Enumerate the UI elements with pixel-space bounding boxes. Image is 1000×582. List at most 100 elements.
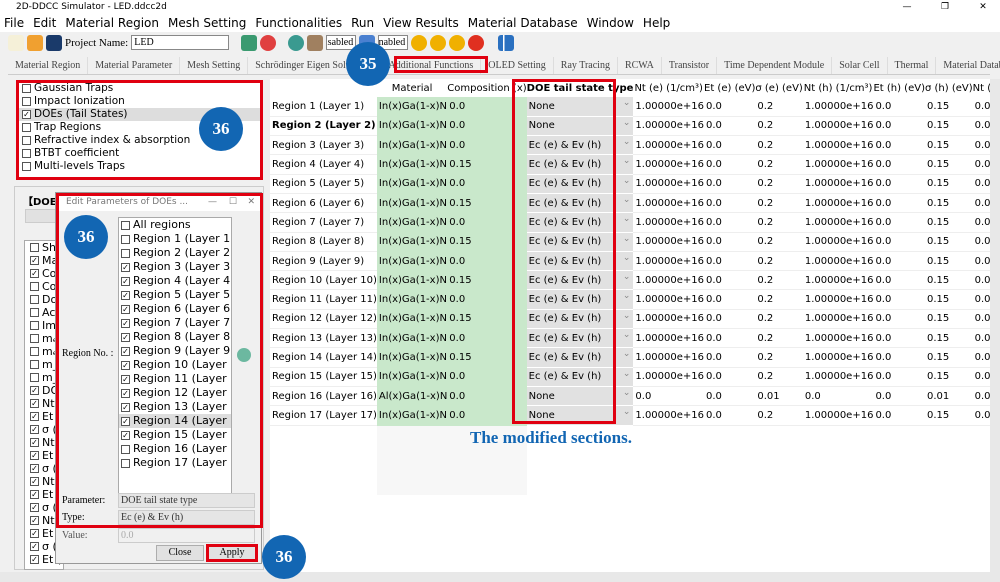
- list-item[interactable]: ✓Region 15 (Layer 15): [119, 428, 231, 442]
- doe-type-select[interactable]: Ec (e) & Ev (h): [526, 270, 634, 291]
- checkbox[interactable]: ✓: [30, 412, 39, 421]
- table-cell[interactable]: 0.2: [755, 309, 803, 330]
- list-item[interactable]: ✓Region 12 (Layer 12): [119, 386, 231, 400]
- menu-item[interactable]: Window: [587, 14, 634, 32]
- column-header[interactable]: Et (h) (eV): [873, 79, 925, 97]
- checkbox[interactable]: [30, 295, 39, 304]
- table-cell[interactable]: 1.00000e+16: [633, 154, 705, 175]
- table-cell[interactable]: 0.0: [447, 135, 527, 156]
- fast-forward-icon[interactable]: [430, 34, 447, 51]
- menu-item[interactable]: Help: [643, 14, 670, 32]
- table-cell[interactable]: 1.00000e+16: [633, 232, 705, 252]
- doe-type-select[interactable]: Ec (e) & Ev (h): [526, 174, 634, 194]
- table-cell[interactable]: 0.0: [447, 386, 527, 407]
- list-item[interactable]: Region 1 (Layer 1) (G: [119, 232, 231, 246]
- select-all-icon[interactable]: [237, 348, 251, 362]
- table-cell[interactable]: 1.00000e+16: [802, 309, 874, 330]
- table-cell[interactable]: 0.15: [924, 367, 973, 387]
- dialog-minimize[interactable]: —: [208, 193, 217, 211]
- checkbox[interactable]: ✓: [121, 276, 130, 286]
- table-cell[interactable]: 0.0: [704, 251, 756, 272]
- list-item[interactable]: Region 16 (Layer 16): [119, 442, 231, 456]
- table-cell[interactable]: 0.0: [873, 289, 925, 310]
- table-cell[interactable]: 0.2: [755, 347, 803, 368]
- menu-item[interactable]: Functionalities: [255, 14, 342, 32]
- menu-item[interactable]: Run: [351, 14, 374, 32]
- checkbox[interactable]: ✓: [30, 529, 39, 538]
- list-item[interactable]: Multi-levels Traps: [17, 160, 261, 173]
- table-cell[interactable]: 1.00000e+16: [633, 193, 705, 214]
- open-folder-icon[interactable]: [27, 34, 43, 51]
- table-cell[interactable]: 1.00000e+16: [633, 289, 705, 310]
- checkbox[interactable]: [30, 282, 39, 291]
- table-cell[interactable]: 1.00000e+16: [802, 135, 874, 156]
- list-item[interactable]: Region 17 (Layer 17): [119, 456, 231, 470]
- vertical-scrollbar[interactable]: [990, 79, 1000, 572]
- table-cell[interactable]: 0.0: [704, 309, 756, 330]
- table-cell[interactable]: 0.0: [447, 212, 527, 233]
- table-cell[interactable]: 0.15: [447, 154, 527, 175]
- table-cell[interactable]: 0.2: [755, 154, 803, 175]
- table-cell[interactable]: 0.2: [755, 328, 803, 349]
- table-cell[interactable]: 0.0: [633, 386, 705, 407]
- table-cell[interactable]: 1.00000e+16: [802, 251, 874, 272]
- doe-type-select[interactable]: None: [526, 116, 634, 137]
- menu-item[interactable]: Material Database: [468, 14, 578, 32]
- list-item[interactable]: ✓Region 13 (Layer 13): [119, 400, 231, 414]
- table-cell[interactable]: 0.2: [755, 289, 803, 310]
- checkbox[interactable]: [30, 360, 39, 369]
- save-icon[interactable]: [46, 34, 62, 51]
- table-cell[interactable]: 0.0: [447, 289, 527, 310]
- list-item[interactable]: ✓Region 3 (Layer 3) (G: [119, 260, 231, 274]
- table-cell[interactable]: 0.0: [704, 347, 756, 368]
- region-list[interactable]: All regionsRegion 1 (Layer 1) (GRegion 2…: [118, 217, 232, 495]
- table-cell[interactable]: 1.00000e+16: [633, 135, 705, 156]
- tab[interactable]: Material Region: [8, 57, 89, 74]
- column-header[interactable]: Et (e) (eV): [704, 79, 755, 97]
- checkbox[interactable]: ✓: [121, 416, 130, 426]
- list-item[interactable]: Gaussian Traps: [17, 82, 261, 95]
- table-cell[interactable]: 1.00000e+16: [802, 212, 874, 233]
- doe-type-select[interactable]: Ec (e) & Ev (h): [526, 251, 634, 272]
- checkbox[interactable]: ✓: [30, 490, 39, 499]
- table-cell[interactable]: 1.00000e+16: [633, 347, 705, 368]
- table-cell[interactable]: 0.15: [924, 289, 973, 310]
- parameter-select[interactable]: DOE tail state type: [118, 493, 255, 508]
- table-cell[interactable]: In(x)Ga(1-x)N: [376, 154, 448, 175]
- table-cell[interactable]: In(x)Ga(1-x)N: [376, 232, 448, 252]
- checkbox[interactable]: ✓: [121, 262, 130, 272]
- table-cell[interactable]: 0.0: [704, 367, 756, 387]
- table-cell[interactable]: 0.0: [873, 116, 925, 137]
- table-cell[interactable]: In(x)Ga(1-x)N: [376, 212, 448, 233]
- tab[interactable]: Thermal: [888, 57, 937, 74]
- menu-item[interactable]: View Results: [383, 14, 459, 32]
- project-name-input[interactable]: LED: [131, 35, 230, 50]
- doe-type-select[interactable]: Ec (e) & Ev (h): [526, 367, 634, 387]
- checkbox[interactable]: [22, 123, 31, 132]
- tab[interactable]: Transistor: [662, 57, 718, 74]
- table-cell[interactable]: 1.00000e+16: [633, 116, 705, 137]
- tab[interactable]: Material Database: [936, 57, 1000, 74]
- solver-icon[interactable]: [288, 34, 305, 51]
- table-cell[interactable]: 0.15: [924, 154, 973, 175]
- menu-item[interactable]: Material Region: [65, 14, 159, 32]
- maximize-button[interactable]: ❐: [930, 0, 960, 14]
- run-icon[interactable]: [411, 34, 428, 51]
- close-window-button[interactable]: ✕: [968, 0, 998, 14]
- table-cell[interactable]: 0.15: [924, 347, 973, 368]
- table-cell[interactable]: In(x)Ga(1-x)N: [376, 251, 448, 272]
- list-item[interactable]: ✓Region 9 (Layer 9) (G: [119, 344, 231, 358]
- doe-type-select[interactable]: None: [526, 405, 634, 426]
- tab[interactable]: RCWA: [618, 57, 662, 74]
- run-batch-icon[interactable]: [449, 34, 466, 51]
- table-cell[interactable]: In(x)Ga(1-x)N: [376, 270, 448, 291]
- doe-type-select[interactable]: None: [526, 97, 634, 117]
- table-cell[interactable]: 0.0: [873, 174, 925, 194]
- checkbox[interactable]: ✓: [30, 256, 39, 265]
- table-cell[interactable]: 1.00000e+16: [802, 193, 874, 214]
- checkbox[interactable]: [30, 321, 39, 330]
- table-cell[interactable]: 0.0: [704, 174, 756, 194]
- doe-type-select[interactable]: Ec (e) & Ev (h): [526, 328, 634, 349]
- table-cell[interactable]: 0.15: [924, 212, 973, 233]
- table-cell[interactable]: 1.00000e+16: [802, 367, 874, 387]
